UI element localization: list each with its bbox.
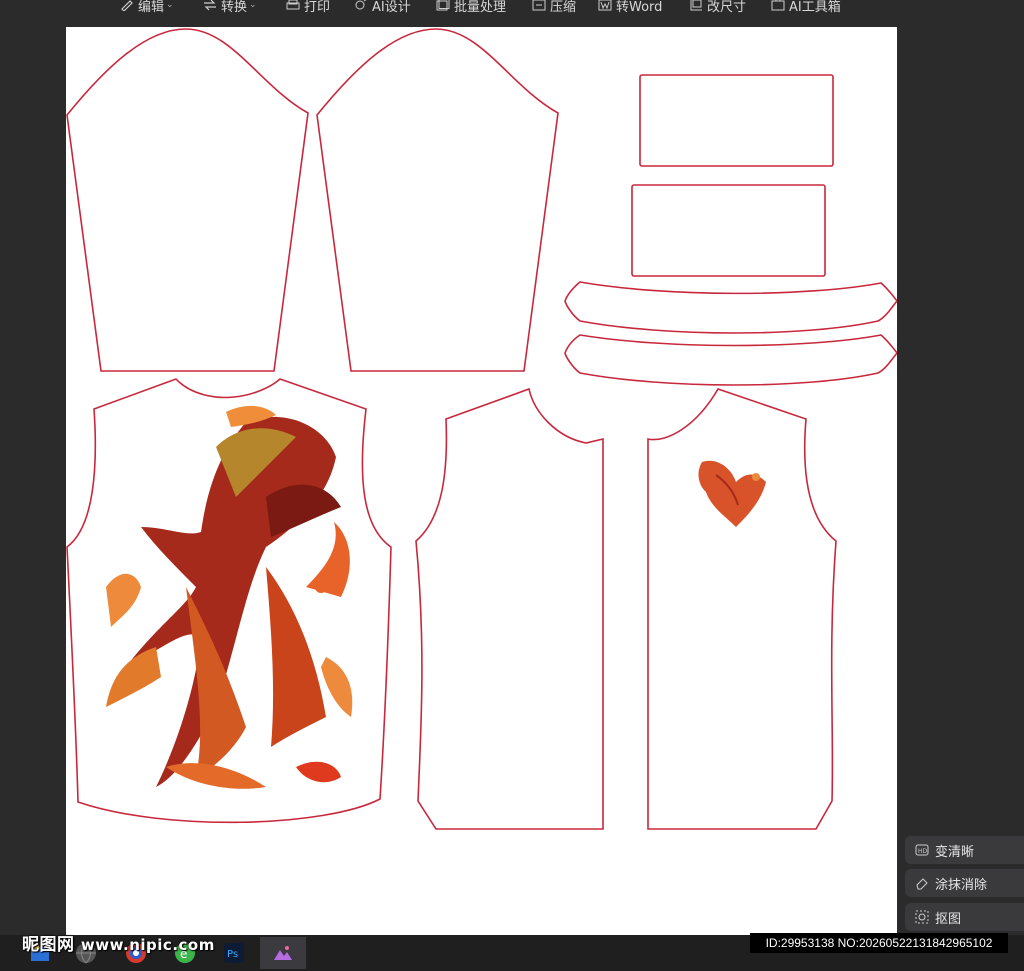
resize-label: 改尺寸 (707, 0, 747, 14)
edit-icon (121, 0, 133, 11)
to-word-button[interactable]: 转Word (598, 0, 662, 14)
print-label: 打印 (304, 0, 331, 14)
erase-label: 涂抹消除 (935, 877, 988, 893)
hd-icon: HD (915, 844, 929, 856)
edit-label: 编辑 (138, 0, 165, 14)
ai-design-label: AI设计 (372, 0, 411, 14)
band-piece-2 (564, 334, 897, 386)
cutout-button[interactable]: 抠图 (905, 903, 1024, 931)
resize-icon (690, 0, 702, 11)
watermark-site-name: 昵图网 (22, 935, 75, 955)
collar-rect-1 (639, 74, 834, 167)
phoenix-illustration (106, 405, 353, 789)
garment-pattern-pieces (66, 28, 897, 830)
erase-button[interactable]: 涂抹消除 (905, 869, 1024, 897)
enhance-button[interactable]: HD 变清晰 (905, 836, 1024, 864)
image-canvas (66, 27, 897, 935)
ai-design-icon (355, 0, 367, 10)
convert-menu[interactable]: 转换 ⌄ (203, 0, 257, 14)
to-word-label: 转Word (616, 0, 663, 14)
convert-icon (204, 0, 216, 11)
eraser-icon (916, 878, 928, 890)
word-icon (598, 0, 612, 11)
cutout-icon (915, 910, 929, 924)
collar-rect-2 (631, 184, 826, 277)
photoshop-icon: Ps (224, 943, 244, 963)
compress-button[interactable]: 压缩 (532, 0, 576, 14)
batch-button[interactable]: 批量处理 (436, 0, 506, 14)
print-button[interactable]: 打印 (286, 0, 330, 14)
left-sleeve-piece (66, 28, 309, 372)
resize-button[interactable]: 改尺寸 (689, 0, 746, 14)
svg-text:Ps: Ps (227, 949, 238, 960)
convert-label: 转换 (221, 0, 248, 14)
print-icon (286, 0, 300, 10)
image-viewer-icon (274, 946, 292, 960)
band-piece-1 (564, 281, 897, 334)
svg-text:HD: HD (918, 848, 928, 855)
compress-label: 压缩 (550, 0, 577, 14)
ai-toolbox-icon (771, 0, 785, 11)
chevron-down-icon: ⌄ (249, 0, 257, 10)
edit-menu[interactable]: 编辑 ⌄ (120, 0, 174, 14)
front-left-piece (415, 387, 604, 830)
ai-toolbox-button[interactable]: AI工具箱 (771, 0, 841, 14)
enhance-label: 变清晰 (935, 844, 975, 860)
compress-icon (532, 0, 546, 11)
ai-toolbox-label: AI工具箱 (789, 0, 841, 14)
batch-icon (436, 0, 450, 11)
batch-label: 批量处理 (454, 0, 507, 14)
site-watermark: 昵图网 www.nipic.com (22, 930, 215, 955)
taskbar-photoshop[interactable]: Ps (214, 937, 254, 969)
taskbar-image-viewer[interactable] (260, 937, 306, 969)
image-id-label: ID:29953138 NO:20260522131842965102 (750, 933, 1008, 953)
watermark-url: www.nipic.com (80, 936, 215, 954)
right-sleeve-piece (316, 28, 559, 372)
ai-design-button[interactable]: AI设计 (354, 0, 411, 14)
top-toolbar: 编辑 ⌄ 转换 ⌄ 打印 AI设计 批量处理 压缩 转Word 改尺寸 AI工具… (0, 0, 1024, 14)
front-right-piece (647, 388, 837, 830)
chevron-down-icon: ⌄ (166, 0, 174, 10)
small-phoenix-motif (698, 460, 766, 527)
cutout-label: 抠图 (935, 911, 962, 927)
